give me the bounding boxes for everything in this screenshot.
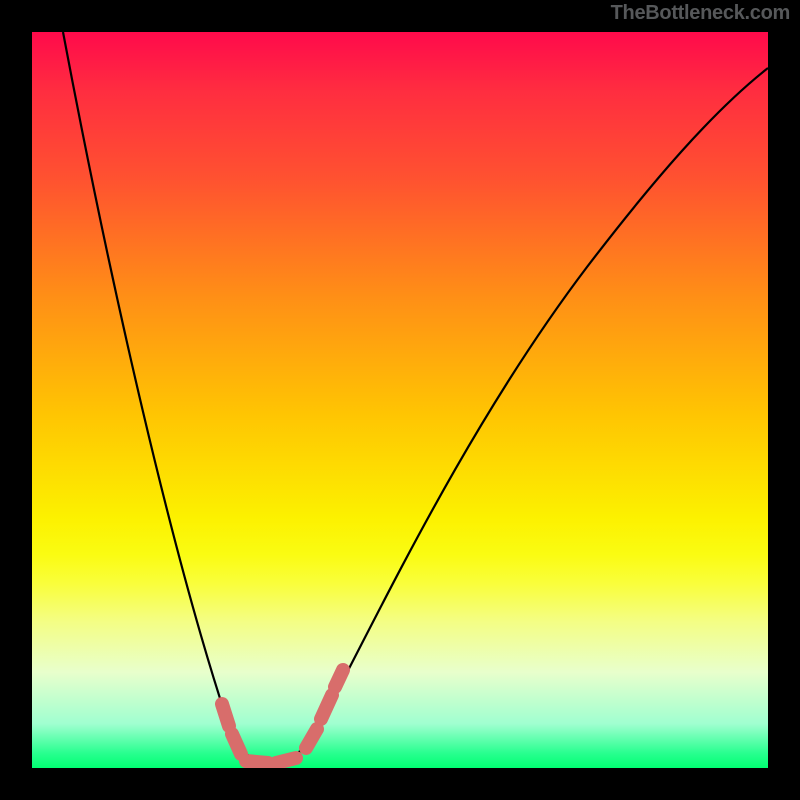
trough-markers — [222, 670, 343, 763]
marker-segment — [276, 758, 296, 763]
gradient-plot-area — [32, 32, 768, 768]
marker-segment — [246, 761, 268, 763]
curve-overlay — [32, 32, 768, 768]
marker-segment — [306, 729, 317, 748]
marker-segment — [222, 704, 229, 726]
chart-root: TheBottleneck.com — [0, 0, 800, 800]
marker-segment — [321, 695, 332, 719]
marker-segment — [232, 734, 241, 754]
marker-segment — [335, 670, 343, 687]
bottleneck-curve — [63, 32, 768, 763]
watermark-text: TheBottleneck.com — [611, 2, 790, 25]
